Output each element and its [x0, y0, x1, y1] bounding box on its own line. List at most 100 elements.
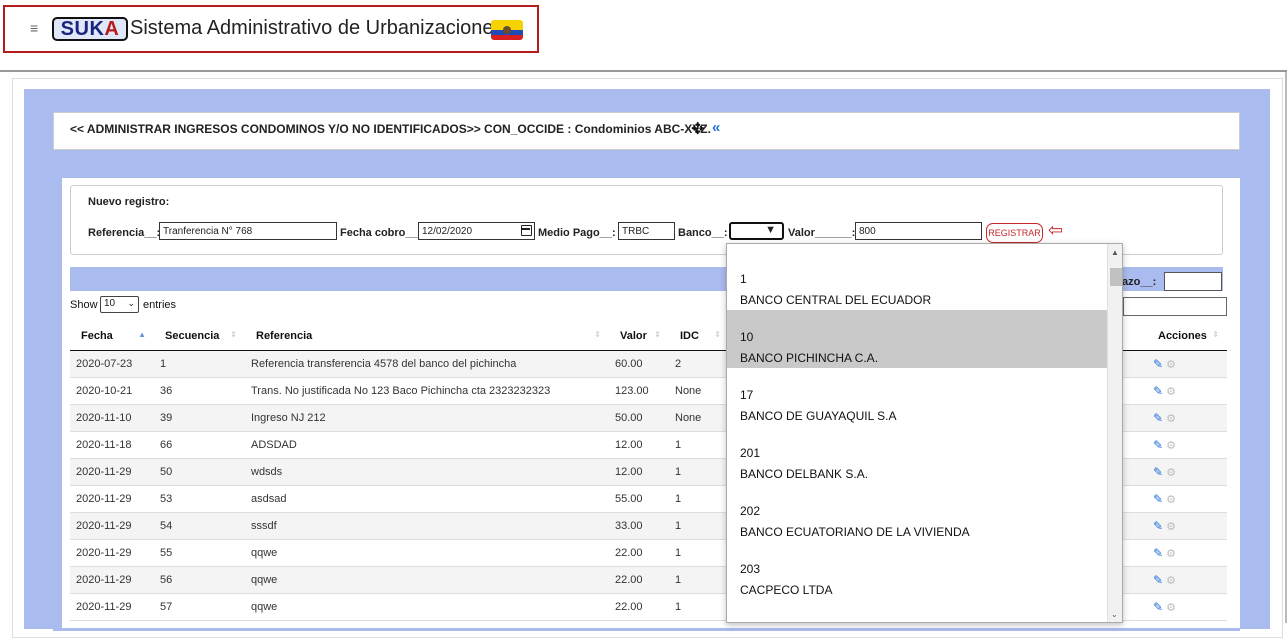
banco-option[interactable]: 1 BANCO CENTRAL DEL ECUADOR: [727, 252, 1107, 310]
entries-select[interactable]: 10 ⌄: [100, 296, 139, 313]
table-cell: None: [669, 377, 729, 405]
gears-icon[interactable]: ⚙: [1166, 548, 1176, 560]
referencia-label: Referencia__:: [88, 227, 161, 239]
dropdown-scrollbar[interactable]: ▲ ⌄: [1107, 244, 1122, 622]
banco-label: Banco__:: [678, 227, 728, 239]
table-cell: 55: [154, 539, 245, 567]
actions-cell: ✎ ⚙: [1147, 431, 1227, 459]
gears-icon[interactable]: ⚙: [1166, 386, 1176, 398]
col-idc[interactable]: IDC ⇕: [669, 322, 729, 351]
table-cell: 2020-11-29: [70, 539, 154, 567]
gears-icon[interactable]: ⚙: [1166, 575, 1176, 587]
ecuador-flag-icon: [491, 20, 523, 40]
entries-label: entries: [143, 299, 177, 311]
edit-icon[interactable]: ✎: [1153, 384, 1163, 398]
table-cell: 54: [154, 512, 245, 540]
gears-icon[interactable]: ⚙: [1166, 413, 1176, 425]
hamburger-icon[interactable]: ≡: [30, 20, 38, 36]
table-cell: 22.00: [609, 566, 669, 594]
banco-option[interactable]: 202 BANCO ECUATORIANO DE LA VIVIENDA: [727, 484, 1107, 542]
gears-icon[interactable]: ⚙: [1166, 467, 1176, 479]
table-cell: 123.00: [609, 377, 669, 405]
medio-pago-input[interactable]: [618, 222, 675, 240]
actions-cell: ✎ ⚙: [1147, 512, 1227, 540]
scroll-down-icon[interactable]: ⌄: [1111, 610, 1118, 619]
scroll-thumb[interactable]: [1110, 268, 1122, 286]
top-bar: ≡ SUKA Sistema Administrativo de Urbaniz…: [0, 0, 1287, 70]
scroll-up-icon[interactable]: ▲: [1111, 248, 1119, 257]
gears-icon[interactable]: ⚙: [1166, 602, 1176, 614]
medio-pago-label: Medio Pago__:: [538, 227, 616, 239]
fecha-cobro-input[interactable]: [418, 222, 535, 240]
table-cell: 2020-11-29: [70, 512, 154, 540]
table-cell: 66: [154, 431, 245, 459]
table-cell: 2020-11-29: [70, 566, 154, 594]
edit-icon[interactable]: ✎: [1153, 438, 1163, 452]
gears-icon[interactable]: ⚙: [1166, 494, 1176, 506]
edit-icon[interactable]: ✎: [1153, 411, 1163, 425]
banco-option[interactable]: 17 BANCO DE GUAYAQUIL S.A: [727, 368, 1107, 426]
table-cell: 2020-10-21: [70, 377, 154, 405]
banco-select[interactable]: ▼: [729, 222, 784, 240]
banco-option[interactable]: 10 BANCO PICHINCHA C.A.: [727, 310, 1107, 368]
edit-icon[interactable]: ✎: [1153, 546, 1163, 560]
actions-cell: ✎ ⚙: [1147, 485, 1227, 513]
table-cell: 60.00: [609, 350, 669, 378]
table-cell: 50.00: [609, 404, 669, 432]
edit-icon[interactable]: ✎: [1153, 357, 1163, 371]
table-cell: 2020-07-23: [70, 350, 154, 378]
referencia-input[interactable]: [159, 222, 337, 240]
table-cell: 1: [669, 593, 729, 621]
table-cell: ADSDAD: [245, 431, 609, 459]
chevron-down-icon: ▼: [765, 224, 776, 236]
move-icon[interactable]: ✥: [691, 119, 704, 139]
table-cell: None: [669, 404, 729, 432]
table-cell: 57: [154, 593, 245, 621]
banco-option[interactable]: 201 BANCO DELBANK S.A.: [727, 426, 1107, 484]
search-input[interactable]: [1123, 297, 1227, 316]
gears-icon[interactable]: ⚙: [1166, 521, 1176, 533]
table-cell: Trans. No justificada No 123 Baco Pichin…: [245, 377, 609, 405]
table-cell: 2020-11-10: [70, 404, 154, 432]
table-cell: 1: [669, 539, 729, 567]
gears-icon[interactable]: ⚙: [1166, 440, 1176, 452]
table-cell: 56: [154, 566, 245, 594]
calendar-icon[interactable]: [521, 225, 532, 236]
col-fecha[interactable]: Fecha ▲: [70, 322, 154, 351]
table-cell: 2020-11-29: [70, 458, 154, 486]
table-cell: 2020-11-18: [70, 431, 154, 459]
edit-icon[interactable]: ✎: [1153, 465, 1163, 479]
plazo-input[interactable]: [1164, 272, 1222, 291]
actions-cell: ✎ ⚙: [1147, 458, 1227, 486]
banco-option-code: 202: [740, 504, 761, 518]
table-cell: asdsad: [245, 485, 609, 513]
col-referencia[interactable]: Referencia ⇕: [245, 322, 609, 351]
edit-icon[interactable]: ✎: [1153, 519, 1163, 533]
col-valor[interactable]: Valor ⇕: [609, 322, 669, 351]
edit-icon[interactable]: ✎: [1153, 600, 1163, 614]
table-cell: 39: [154, 404, 245, 432]
banco-option[interactable]: 203 CACPECO LTDA: [727, 542, 1107, 600]
col-secuencia[interactable]: Secuencia ⇕: [154, 322, 245, 351]
table-cell: 55.00: [609, 485, 669, 513]
edit-icon[interactable]: ✎: [1153, 573, 1163, 587]
table-cell: qqwe: [245, 566, 609, 594]
registrar-button[interactable]: REGISTRAR: [986, 223, 1043, 243]
gears-icon[interactable]: ⚙: [1166, 359, 1176, 371]
actions-cell: ✎ ⚙: [1147, 377, 1227, 405]
banco-option-code: 17: [740, 388, 754, 402]
edit-icon[interactable]: ✎: [1153, 492, 1163, 506]
table-cell: qqwe: [245, 593, 609, 621]
actions-cell: ✎ ⚙: [1147, 350, 1227, 378]
double-chevron-left-icon[interactable]: «: [712, 119, 720, 136]
banco-option-code: 10: [740, 330, 754, 344]
table-cell: 33.00: [609, 512, 669, 540]
table-cell: 1: [669, 566, 729, 594]
valor-input[interactable]: [855, 222, 982, 240]
banco-dropdown-list[interactable]: 204 203 CACPECO LTDA 202 BANCO ECUATORIANO D…: [726, 243, 1123, 623]
col-acciones[interactable]: Acciones ⇕: [1147, 322, 1227, 351]
table-cell: 1: [669, 458, 729, 486]
banco-option-code: 1: [740, 272, 747, 286]
banco-option[interactable]: 204: [727, 600, 1107, 622]
show-label: Show: [70, 299, 98, 311]
